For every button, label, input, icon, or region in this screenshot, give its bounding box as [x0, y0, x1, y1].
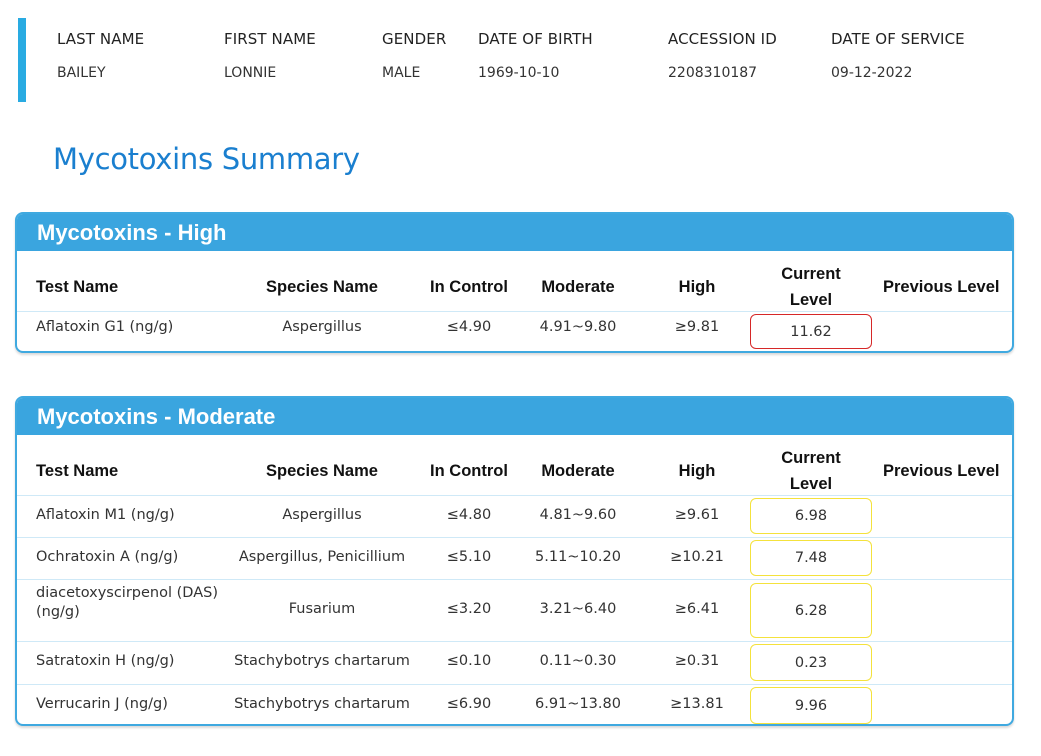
table-row: Ochratoxin A (ng/g) Aspergillus, Penicil…	[17, 537, 1012, 579]
current-level-high-flag: 11.62	[750, 314, 872, 349]
high-cell: ≥13.81	[670, 696, 724, 712]
date-of-service-value: 09-12-2022	[831, 65, 913, 81]
date-of-birth-header: DATE OF BIRTH	[478, 30, 593, 48]
current-level-moderate-flag: 0.23	[750, 644, 872, 681]
test-name-cell: Ochratoxin A (ng/g)	[36, 549, 179, 565]
species-cell: Aspergillus, Penicillium	[238, 549, 406, 565]
current-level-moderate-flag: 6.28	[750, 583, 872, 638]
table-row: diacetoxyscirpenol (DAS) (ng/g) Fusarium…	[17, 579, 1012, 641]
species-cell: Aspergillus	[282, 319, 362, 335]
species-cell: Aspergillus	[282, 507, 362, 523]
species-cell: Stachybotrys chartarum	[234, 696, 410, 712]
col-moderate: Moderate	[541, 462, 615, 480]
in-control-cell: ≤3.20	[446, 601, 492, 617]
current-level-moderate-flag: 7.48	[750, 540, 872, 576]
test-name-cell: Aflatoxin G1 (ng/g)	[36, 319, 174, 335]
table-row: Aflatoxin G1 (ng/g) Aspergillus ≤4.90 4.…	[17, 311, 1012, 351]
in-control-cell: ≤5.10	[446, 549, 492, 565]
moderate-cell: 5.11~10.20	[535, 549, 621, 565]
in-control-cell: ≤0.10	[446, 653, 492, 669]
high-cell: ≥9.81	[674, 319, 720, 335]
high-table-header: Test Name Species Name In Control Modera…	[17, 251, 1012, 311]
high-cell: ≥9.61	[674, 507, 720, 523]
moderate-table-header: Test Name Species Name In Control Modera…	[17, 435, 1012, 495]
col-current-level-line2: Level	[789, 475, 833, 493]
col-species-name: Species Name	[266, 462, 378, 480]
col-test-name: Test Name	[36, 462, 119, 480]
test-name-cell: Aflatoxin M1 (ng/g)	[36, 507, 175, 523]
col-test-name: Test Name	[36, 278, 119, 296]
high-section: Mycotoxins - High Test Name Species Name…	[15, 212, 1014, 353]
gender-header: GENDER	[382, 30, 447, 48]
accession-id-value: 2208310187	[668, 65, 758, 81]
test-name-cell: Satratoxin H (ng/g)	[36, 653, 175, 669]
col-previous-level: Previous Level	[883, 278, 1000, 296]
col-previous-level: Previous Level	[883, 462, 1000, 480]
high-cell: ≥10.21	[670, 549, 724, 565]
moderate-cell: 6.91~13.80	[535, 696, 621, 712]
patient-accent-bar	[18, 18, 26, 102]
col-high: High	[678, 278, 716, 296]
in-control-cell: ≤4.90	[446, 319, 492, 335]
date-of-birth-value: 1969-10-10	[478, 65, 560, 81]
col-current-level-line1: Current	[781, 449, 841, 467]
col-in-control: In Control	[430, 278, 508, 296]
moderate-section: Mycotoxins - Moderate Test Name Species …	[15, 396, 1014, 726]
moderate-cell: 0.11~0.30	[539, 653, 617, 669]
table-row: Aflatoxin M1 (ng/g) Aspergillus ≤4.80 4.…	[17, 495, 1012, 537]
current-level-moderate-flag: 9.96	[750, 687, 872, 724]
current-level-moderate-flag: 6.98	[750, 498, 872, 534]
high-section-title: Mycotoxins - High	[17, 214, 1012, 251]
high-cell: ≥0.31	[674, 653, 720, 669]
species-cell: Fusarium	[288, 601, 356, 617]
col-species-name: Species Name	[266, 278, 378, 296]
first-name-value: LONNIE	[224, 65, 277, 81]
col-current-level-line2: Level	[789, 291, 833, 309]
species-cell: Stachybotrys chartarum	[234, 653, 410, 669]
col-in-control: In Control	[430, 462, 508, 480]
moderate-cell: 4.81~9.60	[539, 507, 617, 523]
moderate-cell: 4.91~9.80	[539, 319, 617, 335]
last-name-header: LAST NAME	[57, 30, 145, 48]
last-name-value: BAILEY	[57, 65, 106, 81]
col-moderate: Moderate	[541, 278, 615, 296]
test-name-cell: Verrucarin J (ng/g)	[36, 696, 168, 712]
in-control-cell: ≤4.80	[446, 507, 492, 523]
test-name-cell: diacetoxyscirpenol (DAS) (ng/g)	[36, 585, 218, 620]
gender-value: MALE	[382, 65, 421, 81]
first-name-header: FIRST NAME	[224, 30, 316, 48]
accession-id-header: ACCESSION ID	[668, 30, 777, 48]
moderate-cell: 3.21~6.40	[539, 601, 617, 617]
date-of-service-header: DATE OF SERVICE	[831, 30, 965, 48]
high-cell: ≥6.41	[674, 601, 720, 617]
in-control-cell: ≤6.90	[446, 696, 492, 712]
page-title: Mycotoxins Summary	[53, 142, 360, 176]
table-row: Verrucarin J (ng/g) Stachybotrys chartar…	[17, 684, 1012, 724]
col-current-level-line1: Current	[781, 265, 841, 283]
table-row: Satratoxin H (ng/g) Stachybotrys chartar…	[17, 641, 1012, 684]
moderate-section-title: Mycotoxins - Moderate	[17, 398, 1012, 435]
col-high: High	[678, 462, 716, 480]
